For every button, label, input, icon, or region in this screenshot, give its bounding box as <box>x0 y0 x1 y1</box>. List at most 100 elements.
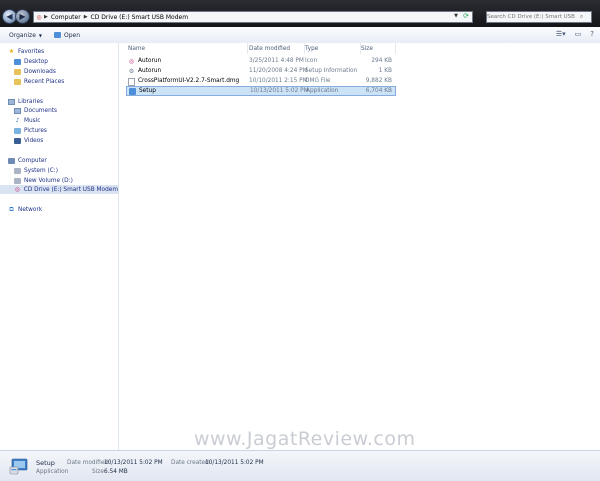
forward-button[interactable]: ▶ <box>15 9 30 24</box>
chevron-down-icon: ▼ <box>38 32 42 38</box>
nav-libraries-label: Libraries <box>18 98 44 105</box>
nav-network[interactable]: ⧉ Network <box>8 205 42 214</box>
column-header-date-label: Date modified <box>249 45 291 52</box>
downloads-folder-icon <box>14 68 21 75</box>
setup-info-icon: ⚙ <box>128 68 135 75</box>
music-icon: ♪ <box>15 116 20 124</box>
breadcrumb-computer[interactable]: Computer <box>48 14 84 21</box>
column-header-name-label: Name <box>128 45 146 52</box>
details-pane: Setup Application Date modified: 10/13/2… <box>0 450 600 481</box>
nav-documents-label: Documents <box>24 107 58 114</box>
file-size: 9,882 KB <box>365 78 392 84</box>
organize-button[interactable]: Organize ▼ <box>3 32 48 39</box>
nav-libraries[interactable]: Libraries <box>8 97 43 106</box>
nav-system-c-label: System (C:) <box>24 167 58 174</box>
nav-computer-label: Computer <box>18 157 47 164</box>
nav-music-label: Music <box>24 117 41 124</box>
file-size: 294 KB <box>371 58 392 64</box>
column-header-name[interactable]: Name <box>128 43 248 54</box>
nav-favorites-label: Favorites <box>18 48 45 55</box>
hard-drive-icon <box>14 177 21 184</box>
command-bar: Organize ▼ Open ☰▾ ▭ ? <box>0 27 600 44</box>
file-row-selected[interactable]: Setup 10/13/2011 5:02 PM Application 6,7… <box>126 86 396 96</box>
details-size-value: 6.54 MB <box>104 469 128 475</box>
details-file-name: Setup <box>36 459 55 467</box>
file-date: 11/20/2008 4:24 PM <box>249 68 308 74</box>
nav-downloads-label: Downloads <box>24 68 56 75</box>
nav-cd-drive-e[interactable]: ◎ CD Drive (E:) Smart USB Modem <box>0 185 118 194</box>
nav-network-label: Network <box>18 206 43 213</box>
nav-recent-places[interactable]: Recent Places <box>14 77 64 86</box>
details-created-value: 10/13/2011 5:02 PM <box>205 460 264 466</box>
help-icon[interactable]: ? <box>590 30 594 38</box>
details-modified-value: 10/13/2011 5:02 PM <box>104 460 163 466</box>
nav-downloads[interactable]: Downloads <box>14 67 56 76</box>
column-header-date[interactable]: Date modified <box>249 43 305 54</box>
file-date: 3/25/2011 4:48 PM <box>249 58 304 64</box>
nav-music[interactable]: ♪ Music <box>14 116 41 125</box>
nav-computer[interactable]: Computer <box>8 156 47 165</box>
column-header-size-label: Size <box>361 45 373 52</box>
documents-icon <box>14 107 21 114</box>
address-bar-region: ◀ ▶ ◎ ▶ Computer ▶ CD Drive (E:) Smart U… <box>0 0 600 27</box>
file-name: Autorun <box>138 58 162 64</box>
open-app-icon <box>53 32 61 38</box>
computer-icon <box>8 157 15 164</box>
column-header-size[interactable]: Size <box>361 43 396 54</box>
file-name: CrossPlatformUI-V2.2.7-Smart.dmg <box>138 78 240 84</box>
nav-desktop[interactable]: Desktop <box>14 57 48 66</box>
organize-label: Organize <box>9 31 36 39</box>
back-arrow-icon: ◀ <box>6 12 13 21</box>
nav-system-c[interactable]: System (C:) <box>14 166 58 175</box>
breadcrumb-cd-drive[interactable]: CD Drive (E:) Smart USB Modem <box>88 14 192 21</box>
file-type: DMG File <box>305 78 331 84</box>
refresh-icon[interactable]: ⟳ <box>463 12 469 20</box>
nav-recent-places-label: Recent Places <box>24 78 65 85</box>
file-date: 10/13/2011 5:02 PM <box>250 88 309 94</box>
nav-pictures[interactable]: Pictures <box>14 126 47 135</box>
file-size: 6,704 KB <box>365 88 392 94</box>
pictures-icon <box>14 127 21 134</box>
nav-videos[interactable]: Videos <box>14 136 43 145</box>
nav-new-volume-d[interactable]: New Volume (D:) <box>14 176 73 185</box>
file-size: 1 KB <box>378 68 392 74</box>
recent-places-icon <box>14 78 21 85</box>
column-header-type-label: Type <box>305 45 319 52</box>
nav-cd-drive-e-label: CD Drive (E:) Smart USB Modem <box>23 186 118 193</box>
forward-arrow-icon: ▶ <box>19 12 26 21</box>
icon-file-icon: ◎ <box>128 58 135 65</box>
nav-favorites[interactable]: ★ Favorites <box>8 47 44 56</box>
nav-pictures-label: Pictures <box>24 127 47 134</box>
network-icon: ⧉ <box>9 205 14 213</box>
view-options-icon[interactable]: ☰▾ <box>556 30 566 38</box>
setup-app-icon <box>9 458 28 475</box>
nav-new-volume-d-label: New Volume (D:) <box>24 177 73 184</box>
chevron-down-icon[interactable]: ▼ <box>454 13 458 19</box>
generic-file-icon <box>128 78 135 86</box>
search-icon[interactable]: ⌕ <box>577 13 586 21</box>
details-file-type: Application <box>36 469 69 475</box>
nav-documents[interactable]: Documents <box>14 106 57 115</box>
column-header-type[interactable]: Type <box>305 43 361 54</box>
file-row[interactable]: ◎ Autorun 3/25/2011 4:48 PM Icon 294 KB <box>126 57 396 67</box>
file-list: Name Date modified Type Size ◎ Autorun 3… <box>119 43 600 450</box>
open-button[interactable]: Open <box>48 32 86 39</box>
file-name: Setup <box>139 88 156 94</box>
file-date: 10/10/2011 2:15 PM <box>249 78 308 84</box>
desktop-icon <box>14 58 21 65</box>
file-type: Application <box>306 88 339 94</box>
navigation-pane: ★ Favorites Desktop Downloads Recent Pla… <box>0 43 119 450</box>
nav-videos-label: Videos <box>24 137 44 144</box>
nav-desktop-label: Desktop <box>24 58 48 65</box>
search-box[interactable]: ⌕ <box>486 11 592 23</box>
cd-drive-icon: ◎ <box>14 185 21 193</box>
hard-drive-icon <box>14 167 21 174</box>
address-field[interactable]: ◎ ▶ Computer ▶ CD Drive (E:) Smart USB M… <box>33 11 473 23</box>
cd-drive-icon: ◎ <box>36 13 42 21</box>
search-input[interactable] <box>487 14 577 20</box>
file-row[interactable]: ⚙ Autorun 11/20/2008 4:24 PM Setup Infor… <box>126 67 396 77</box>
watermark: www.JagatReview.com <box>194 428 416 450</box>
preview-pane-icon[interactable]: ▭ <box>575 30 582 38</box>
open-label: Open <box>63 31 80 39</box>
file-type: Icon <box>305 58 318 64</box>
